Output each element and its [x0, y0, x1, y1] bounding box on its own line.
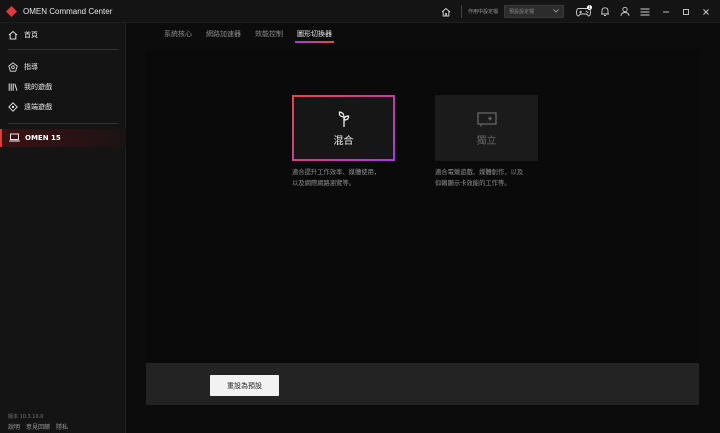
tab-bar: 系統核心 網路加速器 效能控制 圖形切換器: [126, 23, 720, 45]
minimize-button[interactable]: [656, 0, 676, 23]
gamepad-icon[interactable]: 1: [574, 4, 592, 19]
hybrid-mode-card[interactable]: 混合: [292, 95, 395, 161]
sidebar-item-home[interactable]: 首頁: [0, 25, 125, 45]
sidebar-item-remote-play[interactable]: 遠端遊戲: [0, 97, 125, 117]
sidebar-item-my-games[interactable]: 我的遊戲: [0, 77, 125, 97]
tab-system-vitals[interactable]: 系統核心: [164, 23, 192, 45]
title-bar: OMEN Command Center 作用中設定檔 預設設定檔 1: [0, 0, 720, 23]
profile-select[interactable]: 預設設定檔: [504, 5, 564, 18]
description-line: 以及網際網路瀏覽等。: [292, 180, 355, 187]
sidebar: 首頁 指導 我的遊戲 遠端遊戲 OMEN 15 版本 10.3.10.0 說明 …: [0, 23, 126, 433]
sidebar-item-label: 首頁: [24, 31, 38, 39]
graphics-switcher-panel: [146, 50, 699, 363]
home-icon[interactable]: [439, 5, 453, 19]
sidebar-item-coach[interactable]: 指導: [0, 57, 125, 77]
maximize-button[interactable]: [676, 0, 696, 23]
divider: [8, 123, 118, 124]
device-name: OMEN 15: [25, 134, 61, 142]
bell-icon[interactable]: [598, 5, 612, 19]
description-line: 適合提升工作效率、媒體使用，: [292, 169, 381, 176]
discrete-icon: [476, 110, 497, 128]
notification-badge: 1: [587, 4, 592, 10]
laptop-icon: [9, 133, 20, 143]
sidebar-item-label: 遠端遊戲: [24, 103, 52, 111]
description-line: 適合電競遊戲、媒體創作，以及: [435, 169, 524, 176]
user-icon[interactable]: [618, 5, 632, 19]
sidebar-item-label: 我的遊戲: [24, 83, 52, 91]
discrete-mode-card[interactable]: 獨立: [435, 95, 538, 161]
chevron-down-icon: [553, 8, 559, 15]
reset-to-default-button[interactable]: 重設為預設: [210, 375, 279, 396]
discrete-mode-description: 適合電競遊戲、媒體創作，以及 仰賴顯示卡效能的工作等。: [435, 167, 560, 189]
privacy-link[interactable]: 隱私: [56, 422, 68, 431]
device-omen-15[interactable]: OMEN 15: [0, 129, 126, 147]
help-link[interactable]: 說明: [8, 422, 20, 431]
tab-network-booster[interactable]: 網路加速器: [206, 23, 241, 45]
feedback-link[interactable]: 意見回饋: [26, 422, 50, 431]
home-icon: [8, 30, 18, 40]
omen-logo-icon: [6, 5, 17, 17]
active-profile-label: 作用中設定檔: [467, 9, 498, 15]
app-title: OMEN Command Center: [23, 6, 113, 16]
menu-icon[interactable]: [638, 5, 652, 19]
sidebar-item-label: 指導: [24, 63, 38, 71]
hybrid-mode-description: 適合提升工作效率、媒體使用， 以及網際網路瀏覽等。: [292, 167, 417, 189]
remote-play-icon: [8, 102, 18, 112]
hybrid-icon: [335, 110, 353, 128]
library-icon: [8, 82, 18, 92]
description-line: 仰賴顯示卡效能的工作等。: [435, 180, 511, 187]
close-button[interactable]: [696, 0, 716, 23]
footer-links: 說明 意見回饋 隱私: [8, 422, 68, 431]
hybrid-mode-label: 混合: [333, 135, 354, 147]
tab-performance-control[interactable]: 效能控制: [255, 23, 283, 45]
tab-graphics-switcher[interactable]: 圖形切換器: [295, 23, 334, 45]
version-label: 版本 10.3.10.0: [8, 414, 44, 420]
profile-select-value: 預設設定檔: [509, 9, 535, 15]
coach-icon: [8, 62, 18, 72]
discrete-mode-label: 獨立: [476, 135, 497, 147]
